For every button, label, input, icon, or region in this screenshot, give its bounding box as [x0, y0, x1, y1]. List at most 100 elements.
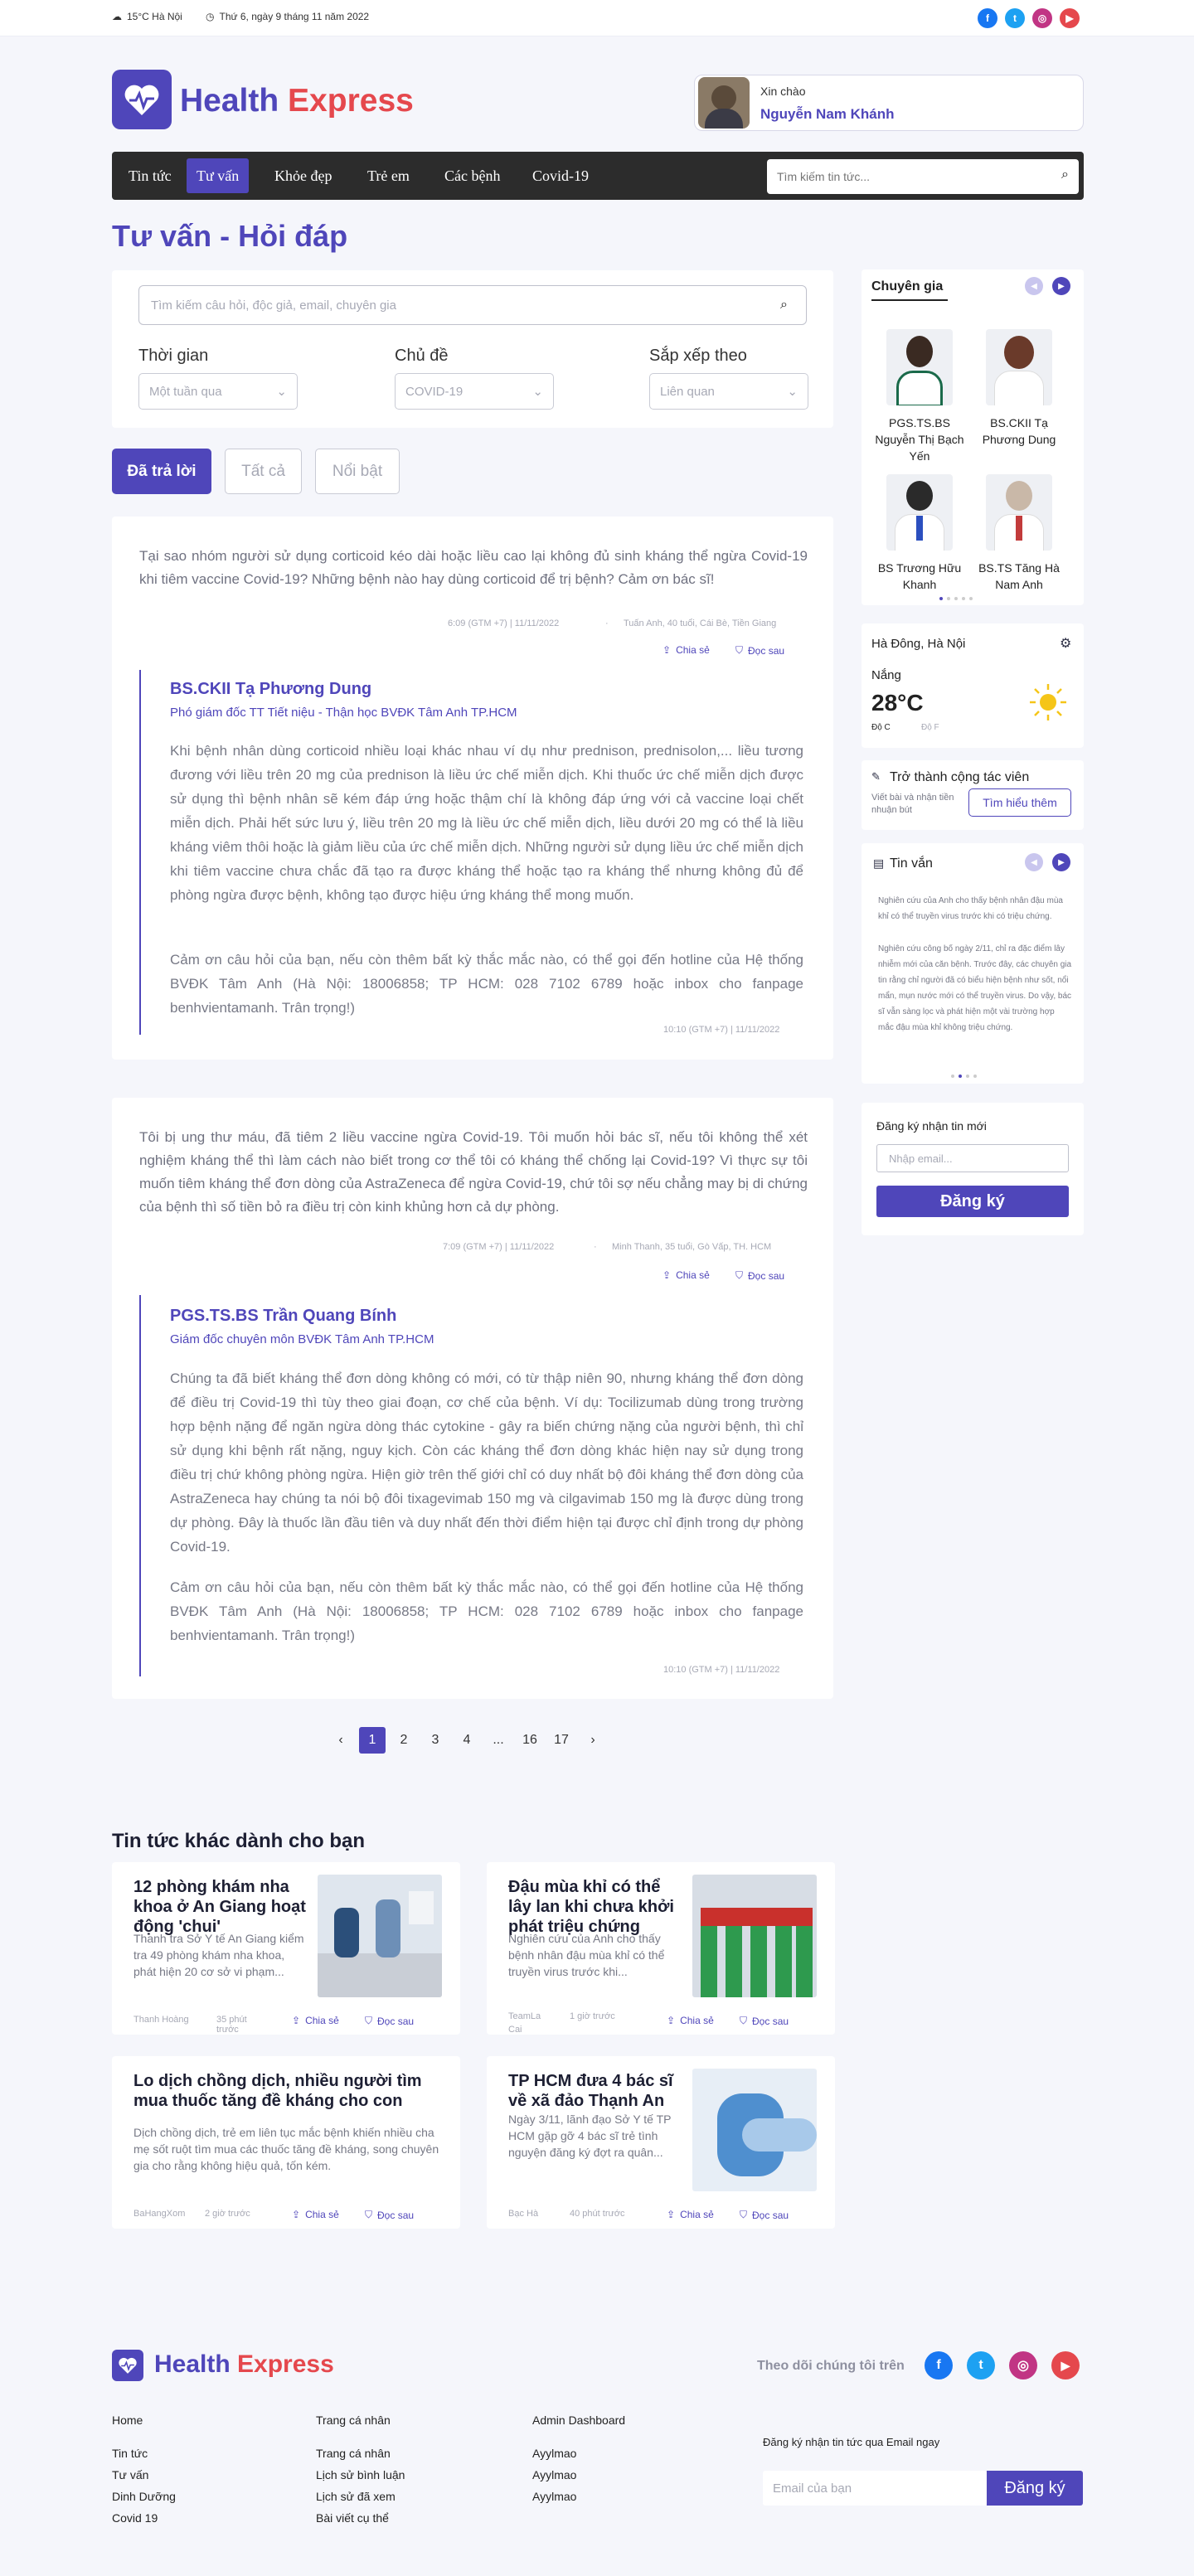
nav-search[interactable]: ⌕: [767, 159, 1079, 194]
twitter-icon[interactable]: t: [1005, 8, 1025, 28]
nav-item-khoe-dep[interactable]: Khỏe đẹp: [265, 158, 342, 193]
sort-select[interactable]: Liên quan ⌄: [649, 373, 808, 410]
footer-link[interactable]: Trang cá nhân: [316, 2447, 405, 2460]
doctor-name[interactable]: BS.CKII Tạ Phương Dung: [170, 680, 371, 699]
page-button[interactable]: 1: [359, 1727, 386, 1754]
facebook-icon[interactable]: f: [925, 2351, 953, 2380]
instagram-icon[interactable]: ◎: [1032, 8, 1052, 28]
more-news-title: Tin tức khác dành cho bạn: [112, 1830, 365, 1852]
search-icon[interactable]: ⌕: [780, 298, 788, 313]
qa-search-input[interactable]: Tìm kiếm câu hỏi, độc giả, email, chuyên…: [138, 285, 807, 325]
footer-link[interactable]: Home: [112, 2413, 176, 2427]
doctor-name[interactable]: PGS.TS.BS Trần Quang Bính: [170, 1307, 396, 1326]
news-title[interactable]: Lo dịch chồng dịch, nhiều người tìm mua …: [133, 2071, 440, 2111]
news-title[interactable]: Đậu mùa khỉ có thể lây lan khi chưa khởi…: [508, 1877, 682, 1937]
facebook-icon[interactable]: f: [978, 8, 997, 28]
news-card[interactable]: Lo dịch chồng dịch, nhiều người tìm mua …: [112, 2056, 460, 2229]
share-button[interactable]: ⇪ Chia sẻ: [663, 644, 710, 656]
next-page-button[interactable]: ›: [580, 1727, 606, 1754]
nav-item-covid-19[interactable]: Covid-19: [522, 158, 599, 193]
youtube-icon[interactable]: ▶: [1060, 8, 1080, 28]
footer-link[interactable]: Ayylmao: [532, 2468, 625, 2481]
page-button[interactable]: 2: [391, 1727, 417, 1754]
footer-link[interactable]: Dinh Dưỡng: [112, 2490, 176, 2503]
nav-item-tre-em[interactable]: Trẻ em: [357, 158, 420, 193]
page-button[interactable]: 17: [548, 1727, 575, 1754]
expert-name[interactable]: BS Trương Hữu Khanh: [871, 560, 968, 593]
chevron-left-icon[interactable]: ◀: [1025, 853, 1043, 871]
logo-icon[interactable]: [112, 2350, 143, 2381]
nav-item-tu-van[interactable]: Tư vấn: [187, 158, 250, 193]
news-image[interactable]: [692, 1875, 817, 1997]
share-button[interactable]: ⇪ Chia sẻ: [663, 1269, 710, 1281]
newsletter-email-input[interactable]: Nhập email...: [876, 1144, 1069, 1172]
expert-photo[interactable]: [986, 474, 1052, 551]
unit-fahrenheit[interactable]: Độ F: [921, 723, 939, 732]
nav-search-input[interactable]: [767, 159, 1049, 194]
share-button[interactable]: ⇪ Chia sẻ: [667, 2015, 714, 2026]
read-later-button[interactable]: ⛉ Đọc sau: [740, 2015, 789, 2027]
news-image[interactable]: [318, 1875, 442, 1997]
expert-photo[interactable]: [886, 329, 953, 405]
expert-name[interactable]: BS.TS Tăng Hà Nam Anh: [976, 560, 1062, 593]
footer-email-input[interactable]: Email của bạn: [763, 2471, 987, 2506]
nav-item-tin-tuc[interactable]: Tin tức: [119, 158, 182, 193]
footer-link[interactable]: Lịch sử bình luận: [316, 2468, 405, 2481]
footer-link[interactable]: Lịch sử đã xem: [316, 2490, 405, 2503]
qa-item: Tại sao nhóm người sử dụng corticoid kéo…: [112, 517, 833, 1060]
page-button[interactable]: 3: [422, 1727, 449, 1754]
footer-subscribe-button[interactable]: Đăng ký: [987, 2471, 1083, 2506]
user-greeting[interactable]: Xin chào Nguyễn Nam Khánh: [694, 75, 1084, 131]
instagram-icon[interactable]: ◎: [1009, 2351, 1037, 2380]
unit-celsius[interactable]: Độ C: [871, 723, 891, 732]
youtube-icon[interactable]: ▶: [1051, 2351, 1080, 2380]
share-button[interactable]: ⇪ Chia sẻ: [667, 2209, 714, 2220]
footer-link[interactable]: Admin Dashboard: [532, 2413, 625, 2427]
news-card[interactable]: TP HCM đưa 4 bác sĩ về xã đảo Thạnh An N…: [487, 2056, 835, 2229]
twitter-icon[interactable]: t: [967, 2351, 995, 2380]
footer-link[interactable]: Bài viết cụ thể: [316, 2511, 405, 2525]
brand-name[interactable]: Health Express: [180, 83, 414, 119]
weather-panel: Hà Đông, Hà Nội ⚙ Nắng 28°C Độ C Độ F: [862, 623, 1084, 748]
page-button[interactable]: 16: [517, 1727, 543, 1754]
topic-select[interactable]: COVID-19 ⌄: [395, 373, 554, 410]
news-card[interactable]: 12 phòng khám nha khoa ở An Giang hoạt đ…: [112, 1862, 460, 2035]
footer-link[interactable]: Tin tức: [112, 2447, 176, 2460]
read-later-button[interactable]: ⛉ Đọc sau: [740, 2209, 789, 2221]
footer-link[interactable]: Covid 19: [112, 2511, 176, 2525]
learn-more-button[interactable]: Tìm hiểu thêm: [968, 788, 1071, 817]
read-later-button[interactable]: ⛉ Đọc sau: [735, 1269, 784, 1282]
expert-photo[interactable]: [986, 329, 1052, 405]
share-button[interactable]: ⇪ Chia sẻ: [292, 2209, 339, 2220]
logo-icon[interactable]: [112, 70, 172, 129]
footer-link[interactable]: Ayylmao: [532, 2490, 625, 2503]
tab-featured[interactable]: Nổi bật: [315, 449, 400, 494]
footer-link[interactable]: Ayylmao: [532, 2447, 625, 2460]
page-button[interactable]: 4: [454, 1727, 480, 1754]
chevron-left-icon[interactable]: ◀: [1025, 277, 1043, 295]
news-title[interactable]: 12 phòng khám nha khoa ở An Giang hoạt đ…: [133, 1877, 308, 1937]
read-later-button[interactable]: ⛉ Đọc sau: [735, 644, 784, 657]
news-title[interactable]: TP HCM đưa 4 bác sĩ về xã đảo Thạnh An: [508, 2071, 682, 2111]
chevron-right-icon[interactable]: ▶: [1052, 277, 1070, 295]
tab-all[interactable]: Tất cả: [225, 449, 302, 494]
search-icon[interactable]: ⌕: [1061, 167, 1069, 182]
tab-answered[interactable]: Đã trả lời: [112, 449, 211, 494]
read-later-button[interactable]: ⛉ Đọc sau: [365, 2015, 414, 2027]
subscribe-button[interactable]: Đăng ký: [876, 1186, 1069, 1217]
news-card[interactable]: Đậu mùa khỉ có thể lây lan khi chưa khởi…: [487, 1862, 835, 2035]
read-later-button[interactable]: ⛉ Đọc sau: [365, 2209, 414, 2221]
footer-brand-name[interactable]: Health Express: [154, 2350, 334, 2379]
news-image[interactable]: [692, 2069, 817, 2191]
share-button[interactable]: ⇪ Chia sẻ: [292, 2015, 339, 2026]
expert-name[interactable]: PGS.TS.BS Nguyễn Thị Bạch Yến: [871, 415, 968, 464]
chevron-right-icon[interactable]: ▶: [1052, 853, 1070, 871]
settings-icon[interactable]: ⚙: [1060, 635, 1071, 652]
expert-name[interactable]: BS.CKII Tạ Phương Dung: [976, 415, 1062, 448]
nav-item-cac-benh[interactable]: Các bệnh: [434, 158, 510, 193]
footer-link[interactable]: Tư vấn: [112, 2468, 176, 2481]
time-select[interactable]: Một tuần qua ⌄: [138, 373, 298, 410]
footer-link[interactable]: Trang cá nhân: [316, 2413, 405, 2427]
prev-page-button[interactable]: ‹: [328, 1727, 354, 1754]
expert-photo[interactable]: [886, 474, 953, 551]
